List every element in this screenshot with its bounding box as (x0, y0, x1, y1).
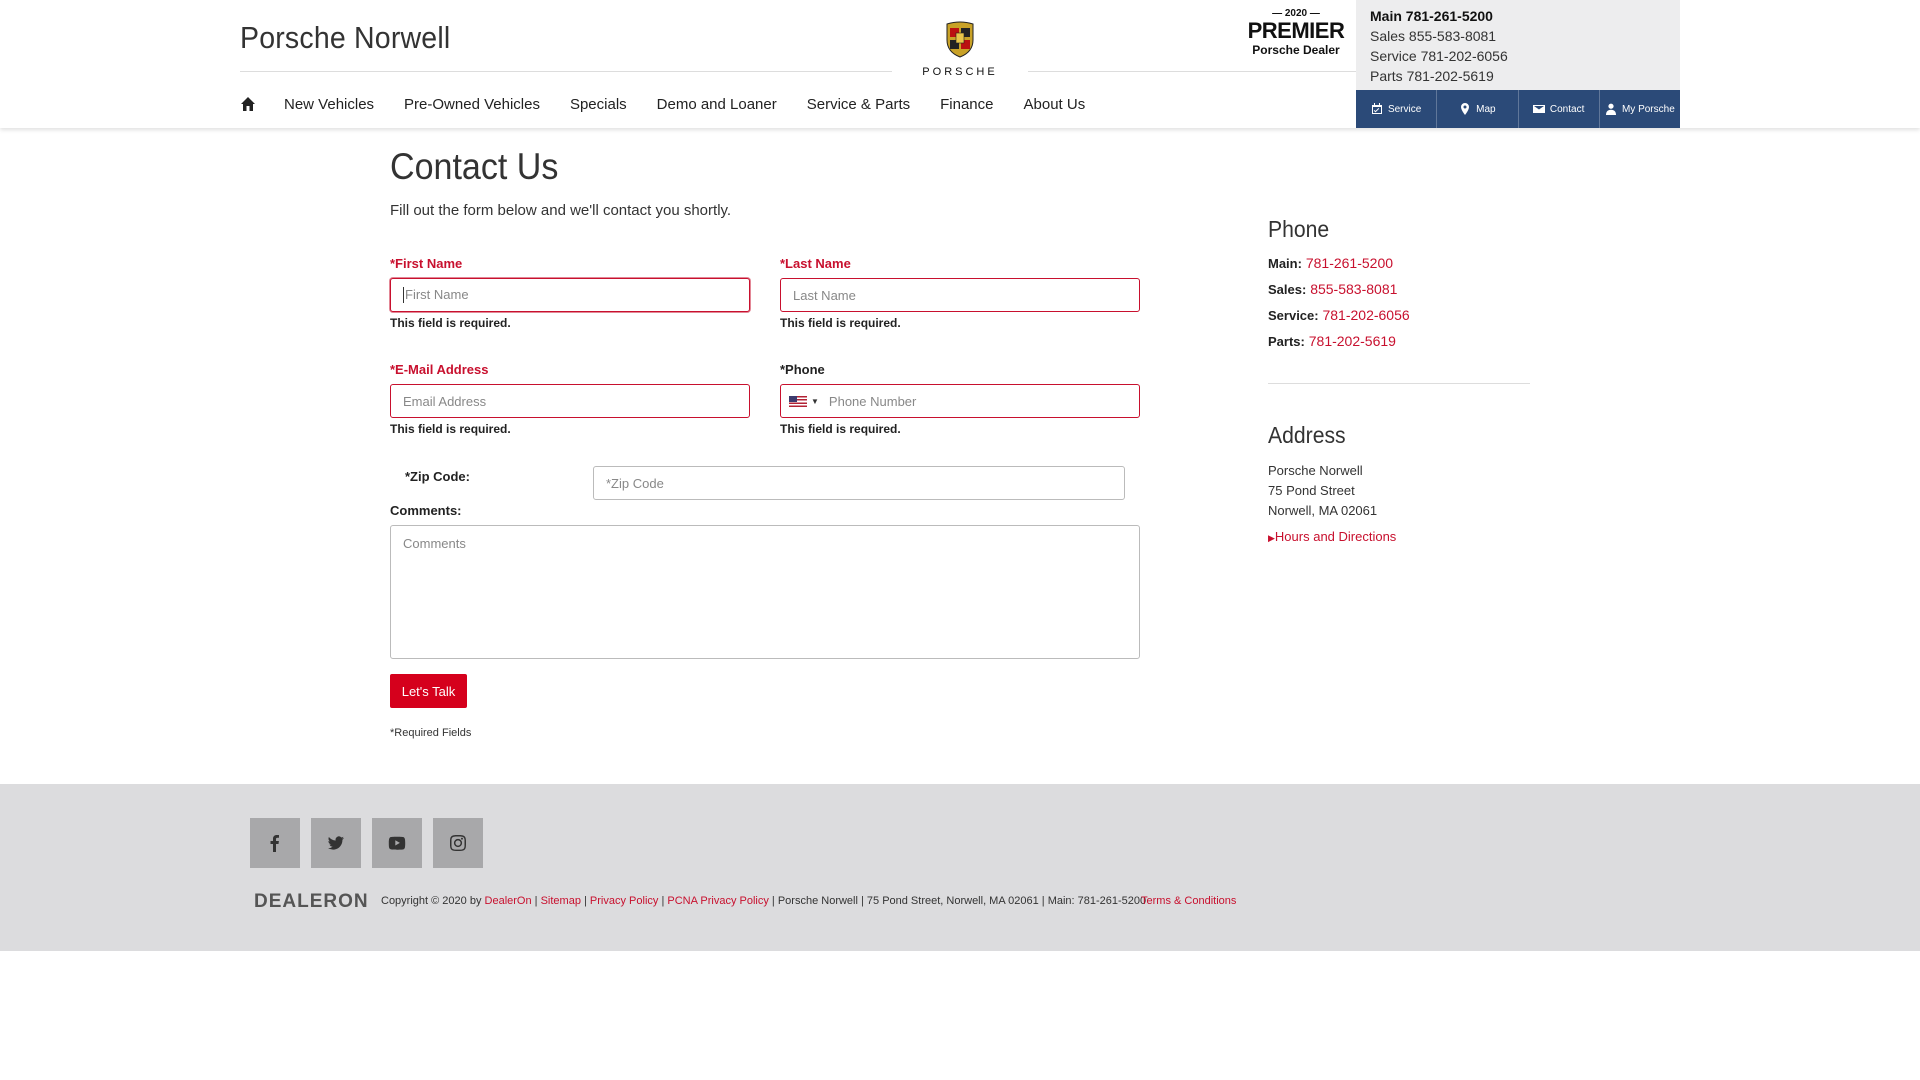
last-name-input[interactable]: Last Name (780, 278, 1140, 312)
comments-placeholder: Comments (403, 536, 466, 551)
quick-link-service[interactable]: Service (1356, 90, 1438, 128)
address-line: Porsche Norwell (1268, 463, 1363, 478)
last-name-label: *Last Name (780, 256, 851, 271)
last-name-error: This field is required. (780, 316, 901, 330)
phone-label: *Phone (780, 362, 825, 377)
quick-link-map[interactable]: Map (1437, 90, 1519, 128)
sidebar-sales-phone: Sales: 855-583-8081 (1268, 281, 1398, 297)
sitemap-link[interactable]: Sitemap (541, 895, 581, 907)
phone-heading: Phone (1268, 216, 1330, 242)
address-line: 75 Pond Street (1268, 483, 1355, 498)
youtube-button[interactable] (372, 818, 422, 868)
address-line: Norwell, MA 02061 (1268, 503, 1378, 518)
header-divider (240, 71, 892, 72)
main-phone[interactable]: Main 781-261-5200 (1370, 6, 1666, 26)
comments-label: Comments: (390, 503, 462, 518)
logo-wordmark: PORSCHE (922, 66, 998, 78)
email-error: This field is required. (390, 422, 511, 436)
pcna-privacy-policy-link[interactable]: PCNA Privacy Policy (667, 895, 768, 907)
first-name-input[interactable]: First Name (390, 278, 750, 312)
home-icon[interactable] (240, 96, 256, 112)
chevron-down-icon[interactable]: ▼ (811, 397, 819, 406)
sidebar-divider (1268, 383, 1530, 384)
nav-pre-owned-vehicles[interactable]: Pre-Owned Vehicles (404, 96, 540, 113)
quick-link-contact[interactable]: Contact (1519, 90, 1600, 128)
facebook-button[interactable] (250, 818, 300, 868)
first-name-label: *First Name (390, 256, 463, 271)
footer-dealer-info: Porsche Norwell | 75 Pond Street, Norwel… (777, 895, 1147, 907)
site-header: Porsche Norwell PORSCHE — 2020 — PREMIER… (0, 0, 1920, 128)
twitter-icon (328, 836, 344, 850)
contact-form-header: Contact Us Fill out the form below and w… (390, 146, 1150, 219)
email-placeholder: Email Address (403, 393, 487, 409)
first-name-error: This field is required. (390, 316, 511, 330)
instagram-button[interactable] (433, 818, 483, 868)
footer-copyright: Copyright © 2020 by DealerOn | Sitemap |… (381, 895, 1147, 907)
parts-phone[interactable]: Parts 781-202-5619 (1370, 66, 1666, 86)
lets-talk-button[interactable]: Let's Talk (390, 674, 467, 708)
service-phone[interactable]: Service 781-202-6056 (1370, 46, 1666, 66)
email-label: *E-Mail Address (390, 362, 489, 377)
quick-link-my-porsche[interactable]: My Porsche (1600, 90, 1680, 128)
header-contact-box: Main 781-261-5200 Sales 855-583-8081 Ser… (1356, 0, 1680, 90)
youtube-icon (388, 836, 406, 850)
address-section: Address Porsche Norwell 75 Pond Street N… (1268, 422, 1396, 544)
email-input[interactable]: Email Address (390, 384, 750, 418)
envelope-icon (1532, 105, 1545, 113)
required-fields-note: *Required Fields (390, 727, 472, 739)
phone-error: This field is required. (780, 422, 901, 436)
zip-label: *Zip Code: (405, 469, 470, 484)
sidebar-parts-phone: Parts: 781-202-5619 (1268, 333, 1396, 349)
service-phone-link[interactable]: 781-202-6056 (1322, 307, 1409, 323)
facebook-icon (270, 835, 279, 852)
page-subtitle: Fill out the form below and we'll contac… (390, 202, 732, 219)
premier-title: PREMIER (1247, 18, 1345, 43)
page-title: Contact Us (390, 146, 559, 187)
address-block: Porsche Norwell 75 Pond Street Norwell, … (1268, 461, 1396, 521)
nav-specials[interactable]: Specials (570, 96, 627, 113)
twitter-button[interactable] (311, 818, 361, 868)
main-nav: New Vehicles Pre-Owned Vehicles Specials… (240, 92, 1115, 116)
caret-right-icon: ▶ (1268, 533, 1275, 543)
nav-finance[interactable]: Finance (940, 96, 993, 113)
quick-links-bar: Service Map Contact My Porsche (1356, 90, 1680, 128)
instagram-icon (450, 835, 466, 851)
sales-phone[interactable]: Sales 855-583-8081 (1370, 26, 1666, 46)
zip-placeholder: *Zip Code (606, 475, 664, 491)
premier-dealer-badge: — 2020 — PREMIER Porsche Dealer (1246, 8, 1346, 57)
main-phone-link[interactable]: 781-261-5200 (1306, 255, 1393, 271)
porsche-crest-icon (946, 21, 974, 58)
nav-service-parts[interactable]: Service & Parts (807, 96, 910, 113)
sidebar-service-phone: Service: 781-202-6056 (1268, 307, 1410, 323)
premier-subtitle: Porsche Dealer (1252, 43, 1340, 57)
last-name-placeholder: Last Name (793, 287, 856, 303)
nav-demo-and-loaner[interactable]: Demo and Loaner (657, 96, 777, 113)
nav-new-vehicles[interactable]: New Vehicles (284, 96, 374, 113)
phone-section: Phone Main: 781-261-5200 Sales: 855-583-… (1268, 216, 1410, 349)
terms-conditions-link[interactable]: Terms & Conditions (1141, 895, 1236, 907)
nav-about-us[interactable]: About Us (1024, 96, 1086, 113)
map-pin-icon (1461, 103, 1470, 115)
user-icon (1605, 103, 1616, 115)
sidebar-main-phone: Main: 781-261-5200 (1268, 255, 1394, 271)
privacy-policy-link[interactable]: Privacy Policy (590, 895, 658, 907)
comments-textarea[interactable]: Comments (390, 525, 1140, 659)
phone-placeholder: Phone Number (828, 393, 917, 409)
dealeron-link[interactable]: DealerOn (485, 895, 532, 907)
parts-phone-link[interactable]: 781-202-5619 (1309, 333, 1396, 349)
address-heading: Address (1268, 422, 1346, 448)
calendar-check-icon (1371, 103, 1382, 114)
hours-directions-link[interactable]: ▶Hours and Directions (1268, 529, 1396, 544)
dealer-name[interactable]: Porsche Norwell (240, 20, 450, 56)
dealeron-logo[interactable]: DEALERON (254, 891, 369, 913)
us-flag-icon[interactable] (789, 395, 807, 407)
phone-input[interactable]: ▼ Phone Number (780, 384, 1140, 418)
sales-phone-link[interactable]: 855-583-8081 (1310, 281, 1397, 297)
first-name-placeholder: First Name (403, 287, 469, 303)
porsche-logo[interactable]: PORSCHE (908, 20, 1012, 80)
header-divider (1028, 71, 1356, 72)
zip-input[interactable]: *Zip Code (593, 466, 1125, 500)
